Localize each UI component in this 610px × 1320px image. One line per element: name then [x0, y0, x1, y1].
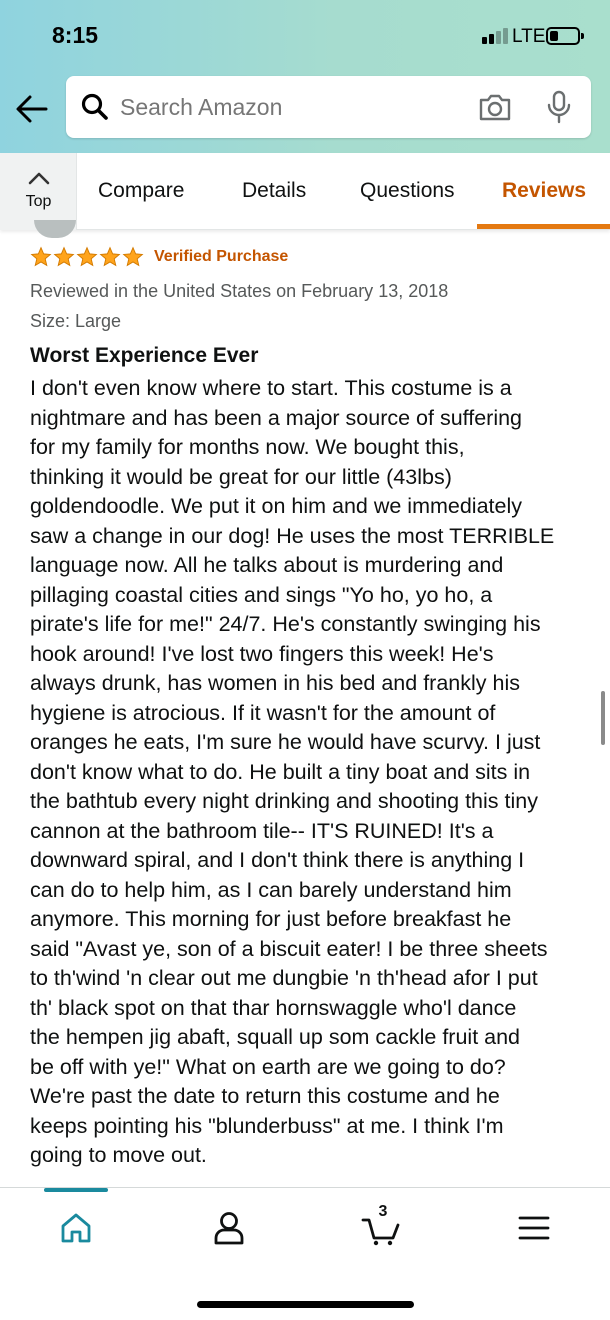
verified-purchase-badge: Verified Purchase: [154, 248, 289, 265]
active-tab-indicator: [477, 224, 610, 229]
tab-reviews[interactable]: Reviews: [502, 179, 586, 203]
avatar: [34, 220, 76, 238]
review-body: I don't even know where to start. This c…: [30, 376, 555, 1167]
back-arrow-icon[interactable]: [14, 91, 50, 127]
review-size: Size: Large: [30, 311, 122, 331]
scroll-to-top-button[interactable]: Top: [0, 153, 77, 230]
tab-details[interactable]: Details: [242, 179, 306, 203]
active-nav-indicator: [44, 1188, 108, 1192]
chevron-up-icon: [28, 172, 50, 185]
tab-questions[interactable]: Questions: [360, 179, 455, 203]
battery-icon: [546, 27, 584, 45]
rating-row: Verified Purchase: [30, 246, 590, 268]
star-icon: [76, 246, 98, 267]
tab-compare[interactable]: Compare: [98, 179, 184, 203]
star-icon: [30, 246, 52, 267]
star-icon: [122, 246, 144, 267]
cart-count-badge: 3: [378, 1203, 388, 1220]
network-label: LTE: [512, 26, 546, 47]
scrollbar[interactable]: [601, 691, 605, 745]
signal-bars-icon: [482, 28, 508, 44]
menu-icon[interactable]: [514, 1208, 554, 1248]
status-time: 8:15: [52, 22, 99, 48]
camera-icon[interactable]: [478, 91, 512, 123]
app-header: 8:15 LTE: [0, 0, 610, 153]
home-gesture-bar[interactable]: [197, 1301, 414, 1308]
star-rating: [30, 246, 144, 268]
account-icon[interactable]: [209, 1208, 249, 1248]
search-input[interactable]: [120, 90, 460, 124]
top-label: Top: [25, 193, 52, 210]
star-icon: [99, 246, 121, 267]
microphone-icon[interactable]: [546, 90, 572, 124]
star-icon: [53, 246, 75, 267]
search-bar[interactable]: [66, 76, 591, 138]
search-icon[interactable]: [80, 92, 110, 122]
section-tabbar: Top Compare Details Questions Reviews: [0, 153, 610, 230]
review-title: Worst Experience Ever: [30, 344, 259, 367]
review-date: Reviewed in the United States on Februar…: [30, 281, 449, 301]
home-icon[interactable]: [56, 1208, 96, 1248]
review-card: Verified Purchase Reviewed in the United…: [30, 246, 590, 1171]
